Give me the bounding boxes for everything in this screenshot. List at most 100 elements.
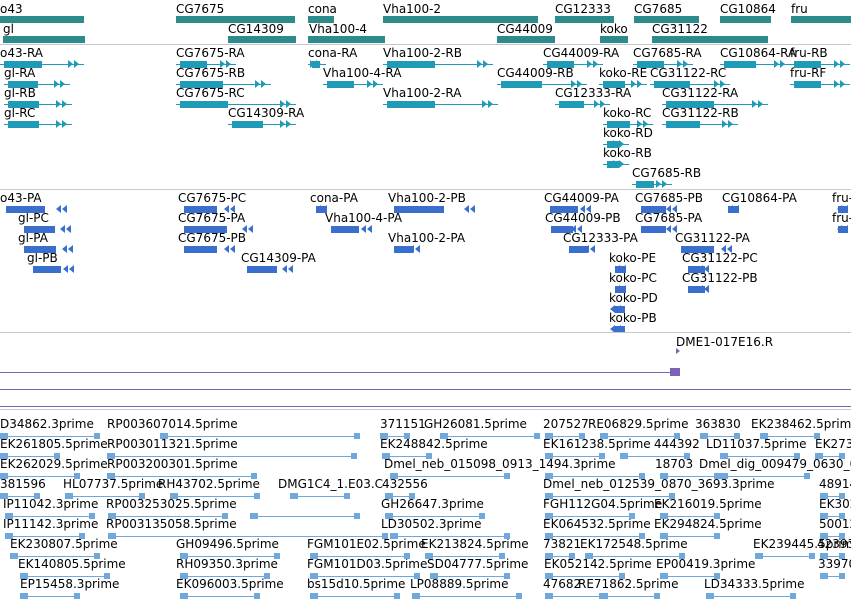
feature-label[interactable]: CG31122	[652, 22, 708, 36]
feature-label[interactable]: GH09496.5prime	[176, 537, 279, 551]
feature-label[interactable]: gl-PB	[27, 251, 58, 265]
feature-label[interactable]: CG10864	[720, 2, 776, 16]
feature-label[interactable]: 47682	[543, 577, 581, 591]
feature-label[interactable]: HL07737.5prime	[63, 477, 163, 491]
est-block[interactable]	[720, 473, 728, 479]
exon-block[interactable]	[666, 121, 701, 128]
feature-label[interactable]: EP15458.3prime	[20, 577, 119, 591]
exon-block[interactable]	[4, 61, 42, 68]
est-block[interactable]	[660, 513, 668, 519]
est-block[interactable]	[504, 533, 510, 539]
est-block[interactable]	[426, 453, 432, 459]
est-block[interactable]	[354, 433, 360, 439]
feature-label[interactable]: gl-PC	[18, 211, 49, 225]
exon-block[interactable]	[559, 101, 584, 108]
est-block[interactable]	[412, 593, 420, 599]
feature-label[interactable]: 371151	[380, 417, 426, 431]
est-block[interactable]	[344, 493, 350, 499]
feature-label[interactable]: gl-RB	[4, 86, 36, 100]
est-block[interactable]	[10, 553, 18, 559]
feature-label[interactable]: RP003011321.5prime	[107, 437, 238, 451]
feature-label[interactable]: RE71862.5prime	[578, 577, 679, 591]
feature-label[interactable]: RP003135058.5prime	[106, 517, 237, 531]
est-block[interactable]	[54, 453, 60, 459]
est-block[interactable]	[545, 493, 553, 499]
est-block[interactable]	[545, 513, 553, 519]
est-block[interactable]	[599, 453, 605, 459]
feature-label[interactable]: cona-PA	[310, 191, 358, 205]
feature-label[interactable]: LD11037.5prime	[706, 437, 807, 451]
feature-label[interactable]: FGM101D03.5prime	[307, 557, 427, 571]
exon-block[interactable]	[794, 81, 821, 88]
feature-label[interactable]: GH26647.3prime	[381, 497, 484, 511]
feature-label[interactable]: Vha100-2-PB	[388, 191, 466, 205]
feature-label[interactable]: fru-RF	[790, 66, 826, 80]
exon-block[interactable]	[180, 61, 207, 68]
est-block[interactable]	[499, 553, 505, 559]
feature-label[interactable]: RE06829.5prime	[588, 417, 689, 431]
est-block[interactable]	[385, 493, 393, 499]
feature-label[interactable]: 381596	[0, 477, 46, 491]
feature-label[interactable]: FGM101E02.5prime	[307, 537, 426, 551]
feature-label[interactable]: koko-PB	[609, 311, 657, 325]
est-block[interactable]	[619, 573, 625, 579]
est-block[interactable]	[790, 593, 796, 599]
gene-bar[interactable]	[791, 16, 851, 23]
est-block[interactable]	[755, 553, 763, 559]
exon-block[interactable]	[636, 181, 654, 188]
est-block[interactable]	[504, 573, 510, 579]
est-block[interactable]	[569, 553, 575, 559]
protein-block[interactable]	[551, 226, 573, 233]
est-block[interactable]	[180, 573, 188, 579]
feature-label[interactable]: CG7675-RB	[176, 66, 245, 80]
feature-label[interactable]: fru	[791, 2, 808, 16]
feature-label[interactable]: DMG1C4_1.E03.C	[278, 477, 383, 491]
est-block[interactable]	[814, 433, 820, 439]
est-block[interactable]	[5, 533, 13, 539]
feature-label[interactable]: CG31122-PA	[675, 231, 750, 245]
feature-label[interactable]: gl-RC	[4, 106, 35, 120]
feature-label[interactable]: koko-PD	[609, 291, 658, 305]
feature-label[interactable]: GH26081.5prime	[424, 417, 527, 431]
gene-bar[interactable]	[308, 36, 385, 43]
est-block[interactable]	[504, 473, 510, 479]
gene-bar[interactable]	[176, 16, 295, 23]
feature-label[interactable]: CG31122-PC	[682, 251, 758, 265]
est-block[interactable]	[390, 473, 398, 479]
feature-label[interactable]: CG7675	[176, 2, 224, 16]
est-block[interactable]	[430, 573, 438, 579]
est-block[interactable]	[839, 513, 845, 519]
feature-label[interactable]: CG31122-RB	[662, 106, 739, 120]
protein-block[interactable]	[331, 226, 359, 233]
est-block[interactable]	[720, 453, 728, 459]
est-block[interactable]	[107, 453, 115, 459]
feature-label[interactable]: EK140805.5prime	[18, 557, 126, 571]
feature-label[interactable]: IP11042.3prime	[3, 497, 98, 511]
est-block[interactable]	[0, 473, 8, 479]
feature-label[interactable]: LD30502.3prime	[381, 517, 482, 531]
exon-block[interactable]	[637, 61, 664, 68]
est-block[interactable]	[74, 593, 80, 599]
gene-bar[interactable]	[3, 36, 85, 43]
est-block[interactable]	[180, 553, 188, 559]
feature-label[interactable]: cona	[308, 2, 337, 16]
est-block[interactable]	[839, 573, 845, 579]
est-block[interactable]	[545, 573, 553, 579]
feature-label[interactable]: gl-PA	[18, 231, 48, 245]
est-block[interactable]	[706, 593, 714, 599]
est-block[interactable]	[804, 473, 810, 479]
protein-block[interactable]	[6, 206, 45, 213]
est-block[interactable]	[545, 553, 553, 559]
est-block[interactable]	[264, 573, 270, 579]
exon-block[interactable]	[8, 101, 39, 108]
feature-label[interactable]: EK294824.5prime	[654, 517, 762, 531]
est-block[interactable]	[654, 593, 660, 599]
feature-label[interactable]: EK273	[815, 437, 851, 451]
est-block[interactable]	[639, 533, 645, 539]
feature-label[interactable]: EK216019.5prime	[654, 497, 762, 511]
est-block[interactable]	[820, 573, 828, 579]
feature-label[interactable]: 207527	[543, 417, 589, 431]
est-block[interactable]	[414, 573, 420, 579]
est-block[interactable]	[94, 553, 100, 559]
feature-label[interactable]: koko-PE	[609, 251, 656, 265]
